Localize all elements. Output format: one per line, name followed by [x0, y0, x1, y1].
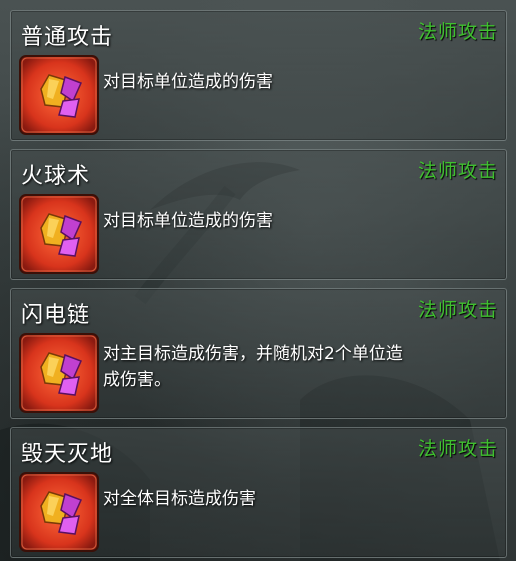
- skill-type-label: 法师攻击: [417, 160, 498, 182]
- skill-name: 毁天灭地: [21, 442, 114, 467]
- magic-crystal-icon[interactable]: [19, 55, 99, 135]
- magic-crystal-icon[interactable]: [19, 472, 99, 552]
- skill-description: 对目标单位造成的伤害: [103, 211, 273, 231]
- skill-name: 火球术: [21, 164, 91, 189]
- magic-crystal-icon[interactable]: [19, 333, 99, 413]
- skill-type-label: 法师攻击: [417, 299, 498, 321]
- skill-card[interactable]: 普通攻击 法师攻击 对目标单位造成的伤害: [10, 10, 507, 141]
- skill-description: 对目标单位造成的伤害: [103, 72, 273, 92]
- skill-name: 普通攻击: [21, 25, 114, 50]
- skill-card[interactable]: 闪电链 法师攻击 对主目标造成伤害，并随机对2个单位造成伤害。: [10, 288, 507, 419]
- skill-type-label: 法师攻击: [417, 438, 498, 460]
- skill-name: 闪电链: [21, 303, 91, 328]
- skill-description: 对全体目标造成伤害: [103, 489, 256, 509]
- magic-crystal-icon[interactable]: [19, 194, 99, 274]
- skill-list-panel: 普通攻击 法师攻击 对目标单位造成的伤害 火球术 法师攻击 对目标单位造成的伤害…: [0, 0, 516, 561]
- skill-card[interactable]: 火球术 法师攻击 对目标单位造成的伤害: [10, 149, 507, 280]
- skill-card[interactable]: 毁天灭地 法师攻击 对全体目标造成伤害: [10, 427, 507, 558]
- skill-description: 对主目标造成伤害，并随机对2个单位造成伤害。: [103, 344, 403, 390]
- skill-type-label: 法师攻击: [417, 21, 498, 43]
